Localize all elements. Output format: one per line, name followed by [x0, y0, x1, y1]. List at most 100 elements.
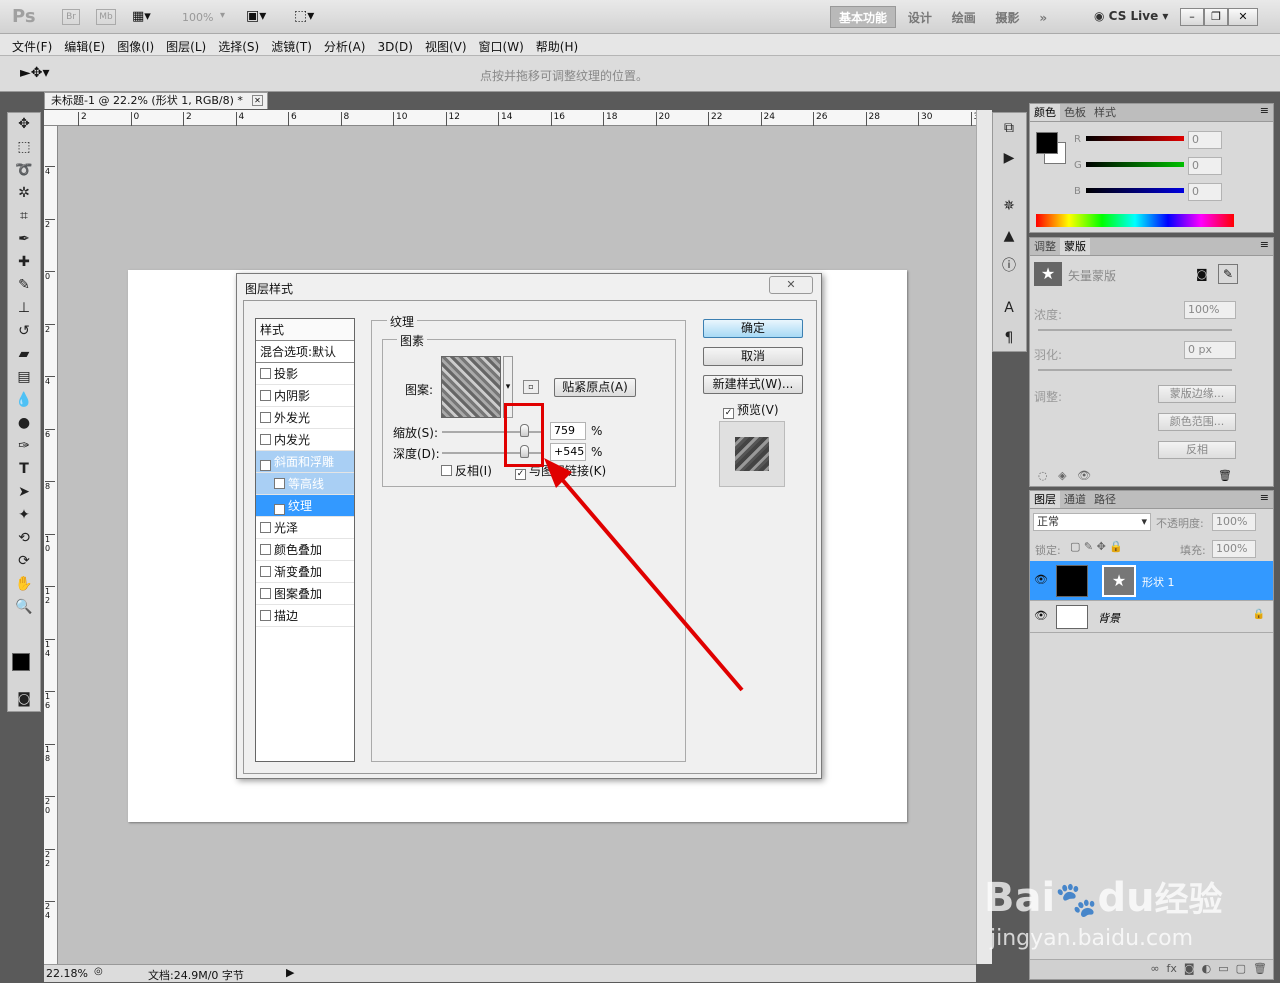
- style-item-2[interactable]: 外发光: [256, 407, 354, 429]
- tab-styles[interactable]: 样式: [1090, 104, 1120, 121]
- zoom-status[interactable]: 22.18%: [46, 967, 88, 980]
- style-item-8[interactable]: 颜色叠加: [256, 539, 354, 561]
- style-item-6[interactable]: ✓ 纹理: [256, 495, 354, 517]
- menu-select[interactable]: 选择(S): [212, 34, 265, 56]
- visibility-eye-icon[interactable]: 👁: [1034, 573, 1048, 586]
- color-spectrum-bar[interactable]: [1036, 214, 1234, 227]
- foreground-color-swatch[interactable]: [12, 653, 30, 671]
- bridge-button[interactable]: Br: [62, 9, 80, 25]
- menu-help[interactable]: 帮助(H): [530, 34, 584, 56]
- style-item-checkbox[interactable]: [260, 544, 271, 555]
- trash-icon[interactable]: 🗑: [1218, 469, 1232, 482]
- channel-value-input[interactable]: 0: [1188, 183, 1222, 201]
- ok-button[interactable]: 确定: [703, 319, 803, 338]
- style-item-checkbox[interactable]: ✓: [274, 504, 285, 515]
- style-item-0[interactable]: 投影: [256, 363, 354, 385]
- density-slider[interactable]: [1038, 329, 1232, 331]
- tab-adjustments[interactable]: 调整: [1030, 238, 1060, 255]
- delete-layer-icon[interactable]: 🗑: [1253, 962, 1267, 975]
- 3d-orbit-tool-icon[interactable]: ⟳: [8, 550, 40, 573]
- menu-layer[interactable]: 图层(L): [160, 34, 212, 56]
- workspace-painting[interactable]: 绘画: [944, 7, 984, 29]
- styles-header[interactable]: 样式: [256, 319, 354, 341]
- snap-to-origin-button[interactable]: 贴紧原点(A): [554, 378, 636, 397]
- color-foreground-swatch[interactable]: [1036, 132, 1058, 154]
- invert-checkbox[interactable]: 反相(I): [441, 462, 492, 479]
- style-item-checkbox[interactable]: [260, 434, 271, 445]
- fill-input[interactable]: 100%: [1212, 540, 1256, 558]
- 3d-panel-icon[interactable]: ✵: [993, 191, 1025, 221]
- opacity-input[interactable]: 100%: [1212, 513, 1256, 531]
- style-item-3[interactable]: 内发光: [256, 429, 354, 451]
- hand-tool-icon[interactable]: ✋: [8, 573, 40, 596]
- layer-row[interactable]: 👁 ★ 形状 1: [1030, 561, 1273, 601]
- history-panel-icon[interactable]: ⧉: [993, 113, 1025, 143]
- lock-icons[interactable]: ▢ ✎ ✥ 🔒: [1070, 540, 1123, 553]
- tab-masks[interactable]: 蒙版: [1060, 238, 1090, 255]
- menu-view[interactable]: 视图(V): [419, 34, 473, 56]
- quick-select-tool-icon[interactable]: ✲: [8, 182, 40, 205]
- apply-mask-icon[interactable]: ◈: [1058, 469, 1066, 482]
- style-item-checkbox[interactable]: [260, 588, 271, 599]
- history-brush-tool-icon[interactable]: ↺: [8, 320, 40, 343]
- menu-analysis[interactable]: 分析(A): [318, 34, 372, 56]
- style-item-7[interactable]: 光泽: [256, 517, 354, 539]
- channel-slider[interactable]: [1086, 162, 1184, 167]
- crop-tool-icon[interactable]: ⌗: [8, 205, 40, 228]
- blend-mode-select[interactable]: 正常 ▾: [1033, 513, 1151, 531]
- character-panel-icon[interactable]: A: [993, 293, 1025, 323]
- link-layers-icon[interactable]: ∞: [1150, 962, 1159, 975]
- add-mask-icon[interactable]: ◙: [1184, 962, 1195, 975]
- fx-icon[interactable]: fx: [1167, 962, 1177, 975]
- channel-slider[interactable]: [1086, 188, 1184, 193]
- lasso-tool-icon[interactable]: ➰: [8, 159, 40, 182]
- style-item-checkbox[interactable]: [260, 566, 271, 577]
- status-menu-icon[interactable]: ◎: [94, 966, 103, 977]
- adjustment-layer-icon[interactable]: ◐: [1202, 962, 1212, 975]
- zoom-level-select[interactable]: 100%: [182, 11, 213, 24]
- layer-name[interactable]: 形状 1: [1142, 574, 1175, 590]
- scale-input[interactable]: 759: [550, 422, 586, 440]
- close-document-icon[interactable]: ✕: [252, 95, 263, 106]
- menu-filter[interactable]: 滤镜(T): [265, 34, 318, 56]
- preview-checkbox[interactable]: ✓ 预览(V): [723, 401, 779, 419]
- menu-image[interactable]: 图像(I): [111, 34, 160, 56]
- zoom-tool-icon[interactable]: 🔍: [8, 596, 40, 619]
- workspace-photography[interactable]: 摄影: [988, 7, 1028, 29]
- blend-options-item[interactable]: 混合选项:默认: [256, 341, 354, 363]
- brush-tool-icon[interactable]: ✎: [8, 274, 40, 297]
- style-item-10[interactable]: 图案叠加: [256, 583, 354, 605]
- style-item-1[interactable]: 内阴影: [256, 385, 354, 407]
- status-arrow-icon[interactable]: ▶: [286, 966, 294, 979]
- workspace-design[interactable]: 设计: [900, 7, 940, 29]
- layer-row[interactable]: 👁 背景 🔒: [1030, 601, 1273, 633]
- arrange-documents-icon[interactable]: ▣▾: [246, 8, 266, 24]
- style-item-checkbox[interactable]: [274, 478, 285, 489]
- dialog-close-button[interactable]: ✕: [769, 276, 813, 294]
- menu-window[interactable]: 窗口(W): [473, 34, 530, 56]
- minibridge-button[interactable]: Mb: [96, 9, 116, 25]
- more-workspaces-icon[interactable]: »: [1031, 7, 1055, 29]
- invert-mask-button[interactable]: 反相: [1158, 441, 1236, 459]
- pattern-swatch[interactable]: [441, 356, 501, 418]
- dodge-tool-icon[interactable]: ●: [8, 412, 40, 435]
- style-item-checkbox[interactable]: [260, 390, 271, 401]
- gradient-tool-icon[interactable]: ▤: [8, 366, 40, 389]
- vector-mask-thumbnail-icon[interactable]: ★: [1102, 565, 1136, 597]
- mask-edge-button[interactable]: 蒙版边缘...: [1158, 385, 1236, 403]
- info-panel-icon[interactable]: ⓘ: [993, 251, 1025, 281]
- channel-value-input[interactable]: 0: [1188, 131, 1222, 149]
- new-layer-icon[interactable]: ▢: [1236, 962, 1246, 975]
- style-item-checkbox[interactable]: [260, 412, 271, 423]
- visibility-icon[interactable]: 👁: [1077, 469, 1091, 482]
- clone-stamp-tool-icon[interactable]: ⊥: [8, 297, 40, 320]
- histogram-panel-icon[interactable]: ▲: [993, 221, 1025, 251]
- style-item-checkbox[interactable]: [260, 610, 271, 621]
- menu-edit[interactable]: 编辑(E): [58, 34, 111, 56]
- eraser-tool-icon[interactable]: ▰: [8, 343, 40, 366]
- tab-paths[interactable]: 路径: [1090, 491, 1120, 508]
- tab-swatches[interactable]: 色板: [1060, 104, 1090, 121]
- new-style-button[interactable]: 新建样式(W)...: [703, 375, 803, 394]
- new-preset-icon[interactable]: ▫: [523, 380, 539, 394]
- marquee-tool-icon[interactable]: ⬚: [8, 136, 40, 159]
